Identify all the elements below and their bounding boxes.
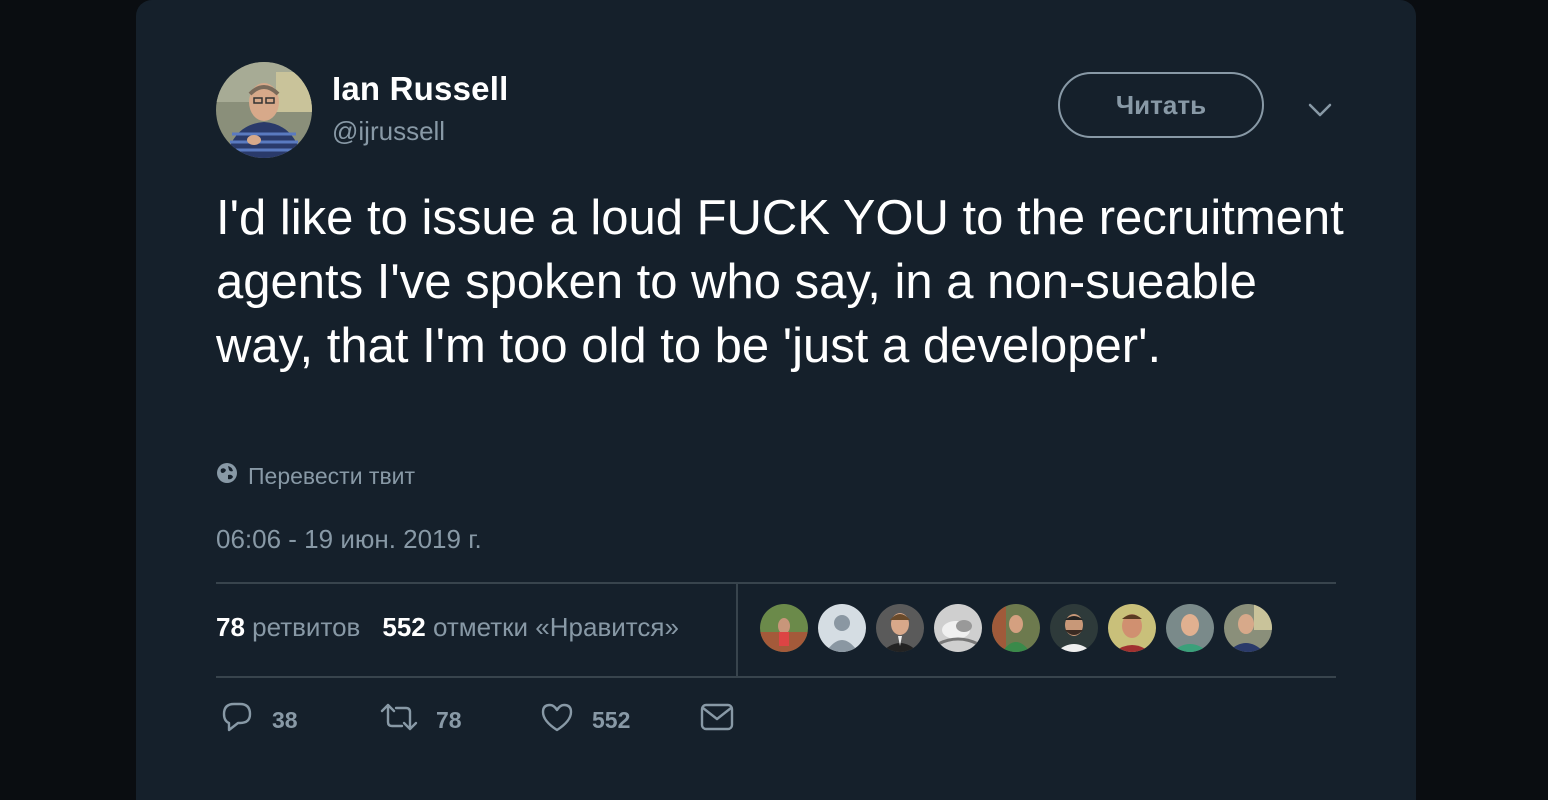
retweets-count: 78 — [216, 612, 245, 642]
translate-tweet-link[interactable]: Перевести твит — [216, 462, 415, 490]
tweet-stats: 78 ретвитов 552 отметки «Нравится» — [216, 612, 679, 643]
liker-avatar[interactable] — [1108, 604, 1156, 652]
direct-message-button[interactable] — [700, 702, 734, 738]
tweet-timestamp[interactable]: 06:06 - 19 июн. 2019 г. — [216, 524, 482, 555]
author-handle[interactable]: @ijrussell — [332, 116, 445, 147]
reply-icon — [220, 700, 254, 740]
retweet-button[interactable]: 78 — [380, 700, 540, 740]
heart-icon — [540, 701, 574, 739]
likes-label: отметки «Нравится» — [432, 612, 679, 642]
retweets-label: ретвитов — [252, 612, 361, 642]
divider-bottom — [216, 676, 1336, 678]
liker-avatar[interactable] — [934, 604, 982, 652]
tweet-card: Ian Russell @ijrussell Читать I'd like t… — [136, 0, 1416, 800]
translate-label: Перевести твит — [248, 462, 416, 489]
liker-avatar[interactable] — [992, 604, 1040, 652]
divider-vertical — [736, 584, 738, 676]
reply-button[interactable]: 38 — [220, 700, 380, 740]
liker-avatar[interactable] — [876, 604, 924, 652]
liker-avatar[interactable] — [818, 604, 866, 652]
tweet-text: I'd like to issue a loud FUCK YOU to the… — [216, 191, 1344, 373]
globe-icon — [216, 462, 238, 490]
reply-count: 38 — [272, 706, 298, 733]
follow-button[interactable]: Читать — [1058, 72, 1264, 138]
chevron-down-icon[interactable] — [1306, 96, 1334, 124]
retweet-icon — [380, 700, 418, 740]
tweet-actions: 38 78 552 — [220, 700, 734, 740]
liker-avatar[interactable] — [1050, 604, 1098, 652]
retweet-count: 78 — [436, 706, 462, 733]
divider-top — [216, 582, 1336, 584]
like-button[interactable]: 552 — [540, 701, 700, 739]
envelope-icon — [700, 702, 734, 738]
liker-avatars — [760, 604, 1272, 652]
liker-avatar[interactable] — [1224, 604, 1272, 652]
like-count: 552 — [592, 706, 631, 733]
author-avatar[interactable] — [216, 62, 312, 158]
likes-stat[interactable]: 552 отметки «Нравится» — [382, 612, 679, 643]
author-name[interactable]: Ian Russell — [332, 70, 508, 108]
liker-avatar[interactable] — [760, 604, 808, 652]
liker-avatar[interactable] — [1166, 604, 1214, 652]
likes-count: 552 — [382, 612, 426, 642]
retweets-stat[interactable]: 78 ретвитов — [216, 612, 360, 643]
